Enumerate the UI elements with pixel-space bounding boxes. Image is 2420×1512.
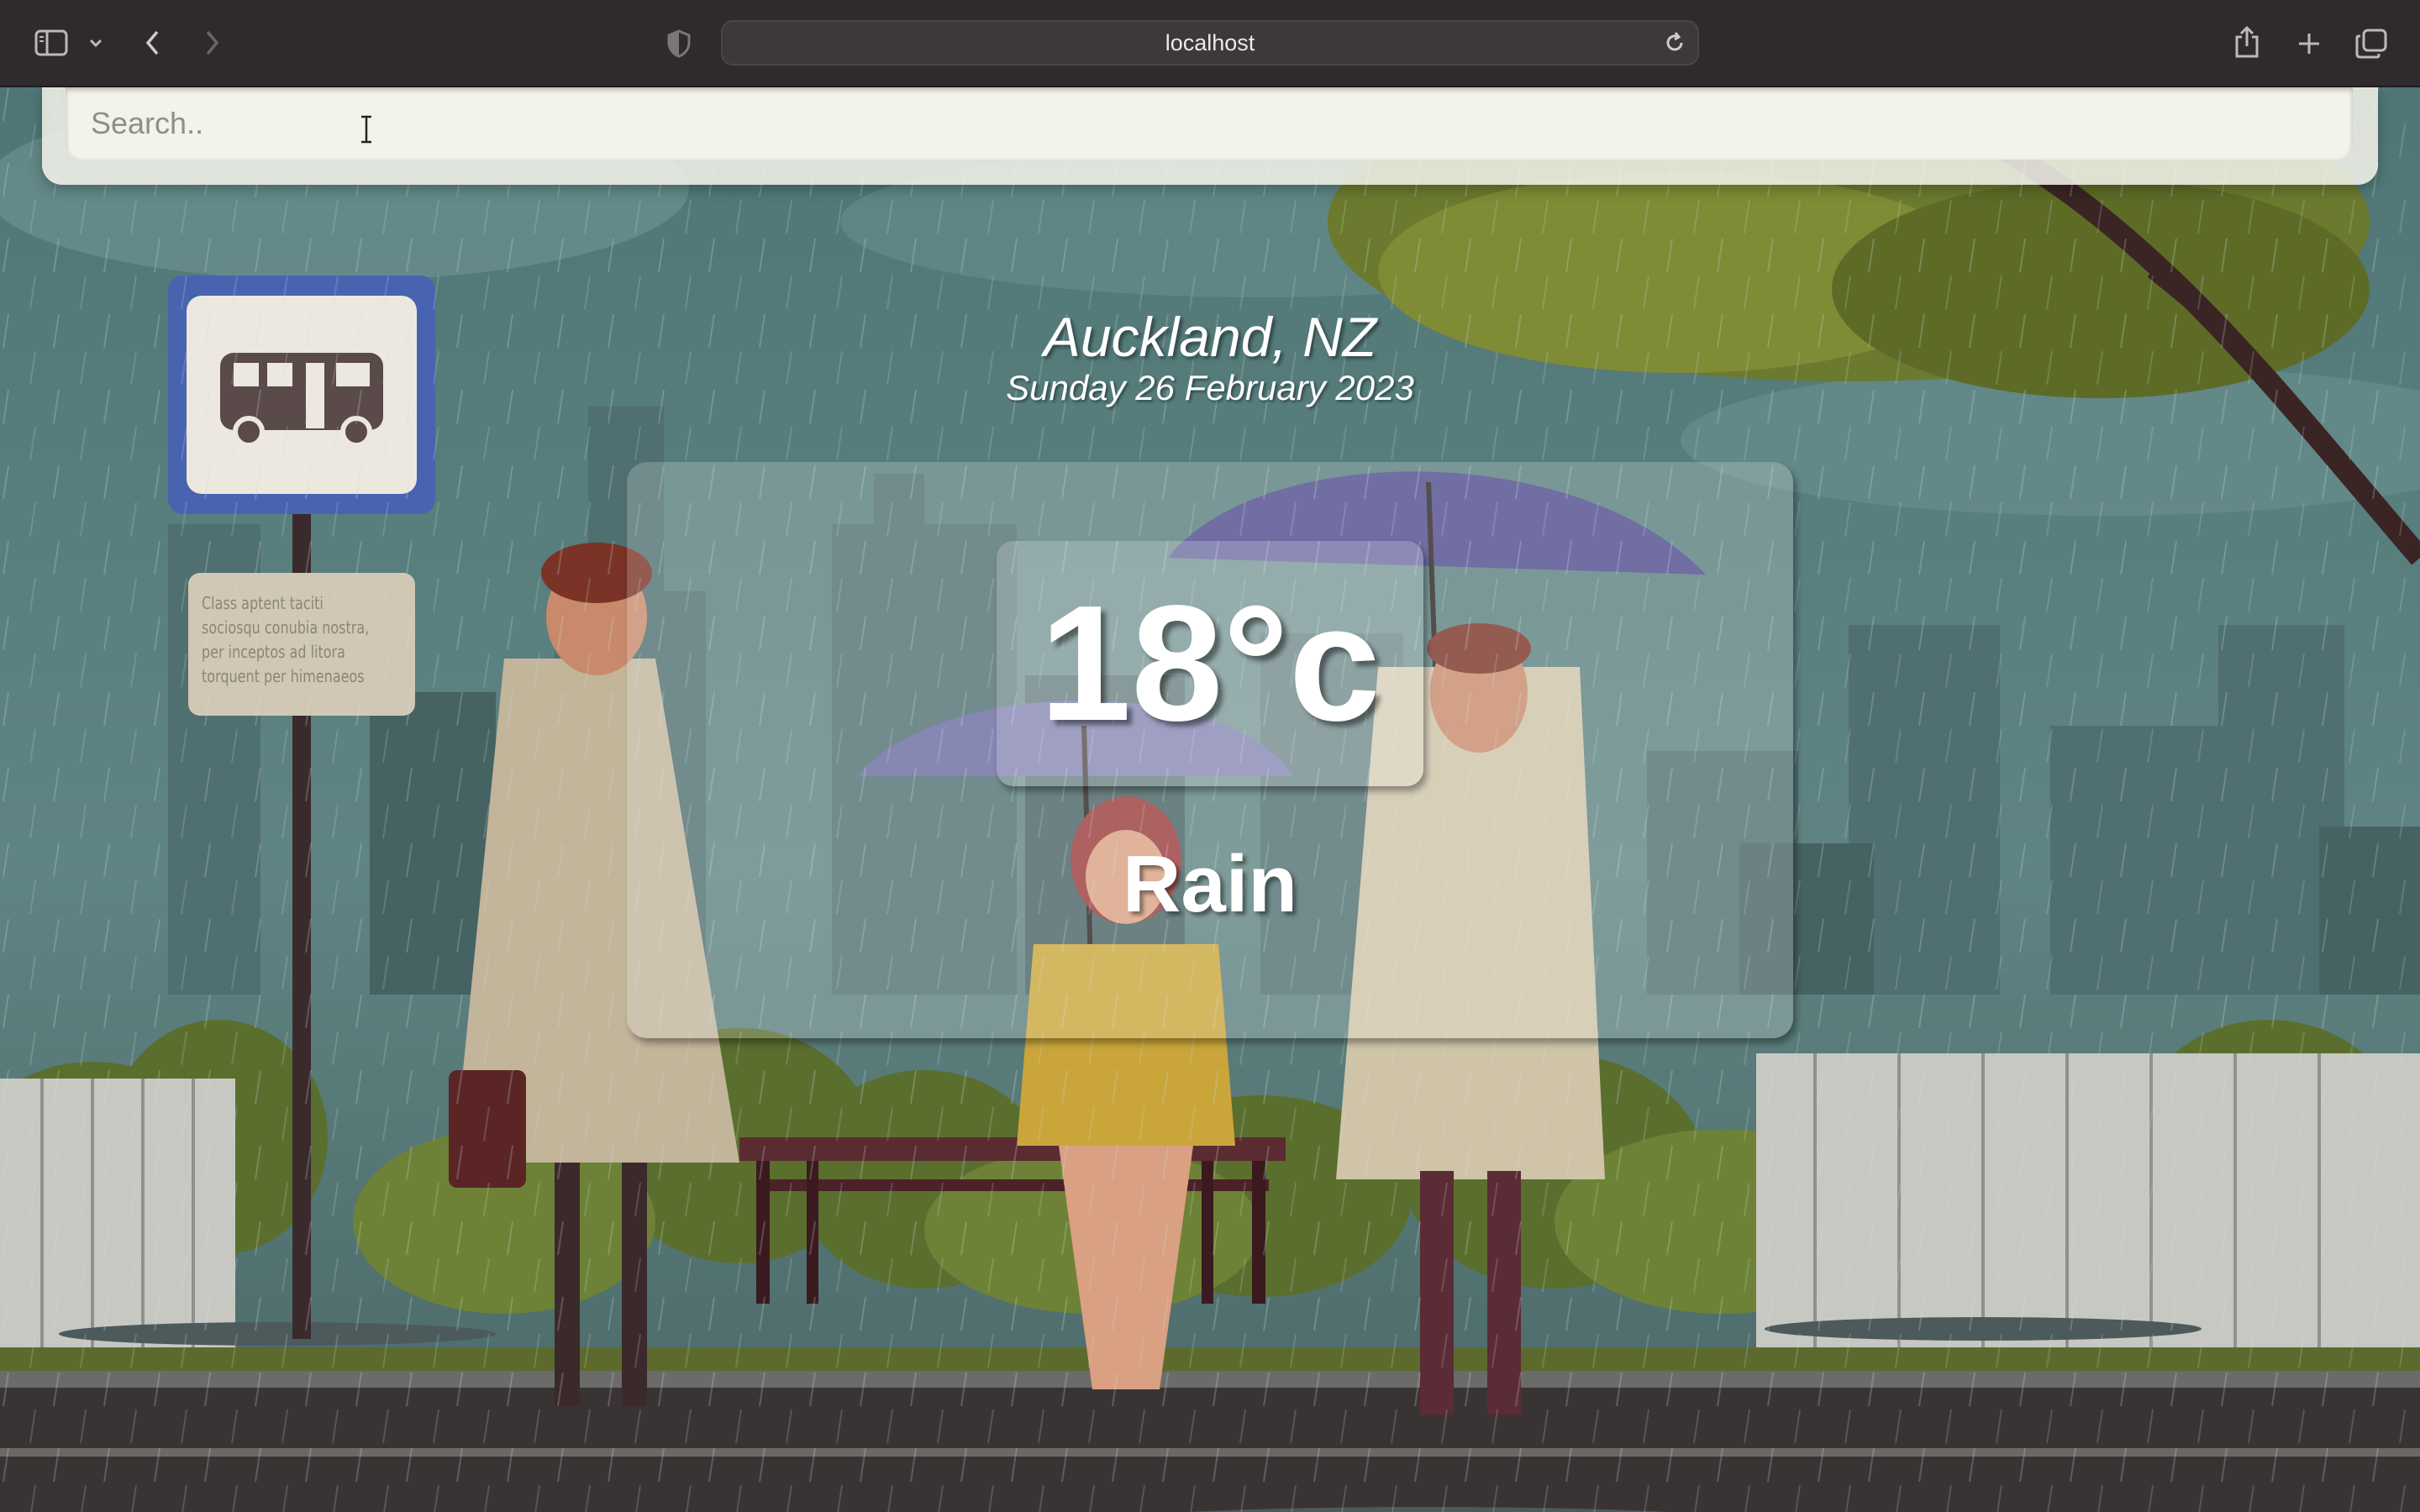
- new-tab-button[interactable]: [2292, 27, 2326, 60]
- address-bar[interactable]: localhost: [721, 20, 1699, 66]
- search-bar: [42, 87, 2378, 185]
- back-button[interactable]: [138, 25, 168, 60]
- weather-condition: Rain: [1122, 839, 1298, 929]
- plus-icon: [2299, 34, 2319, 54]
- page-viewport: Class aptent taciti sociosqu conubia nos…: [0, 87, 2420, 1512]
- forward-button[interactable]: [197, 25, 227, 60]
- chevron-down-icon: [89, 39, 103, 48]
- chevron-left-icon: [145, 30, 159, 55]
- privacy-report-button[interactable]: [664, 27, 694, 60]
- share-button[interactable]: [2230, 22, 2264, 62]
- reload-icon[interactable]: [1662, 30, 1687, 60]
- current-date: Sunday 26 February 2023: [1006, 368, 1414, 407]
- sidebar-menu-button[interactable]: [84, 30, 108, 55]
- temperature: 18°c: [1039, 571, 1381, 755]
- chevron-right-icon: [206, 30, 219, 55]
- sidebar-toggle-button[interactable]: [30, 25, 72, 60]
- text-cursor-icon: [361, 115, 371, 144]
- search-input[interactable]: [66, 87, 2353, 160]
- city-name: Auckland, NZ: [1043, 306, 1377, 368]
- shield-icon: [667, 29, 691, 58]
- bus-sign-text: Class aptent taciti sociosqu conubia nos…: [202, 593, 370, 686]
- share-icon: [2235, 25, 2259, 58]
- temperature-box: 18°c: [997, 541, 1423, 786]
- tabs-overview-button[interactable]: [2353, 25, 2390, 62]
- location-block: Auckland, NZ Sunday 26 February 2023: [0, 309, 2420, 408]
- tabs-overview-icon: [2355, 29, 2387, 59]
- weather-card: 18°c Rain: [627, 462, 1793, 1038]
- sidebar-icon: [34, 29, 68, 56]
- browser-toolbar: localhost: [0, 0, 2420, 87]
- address-text: localhost: [1165, 29, 1255, 55]
